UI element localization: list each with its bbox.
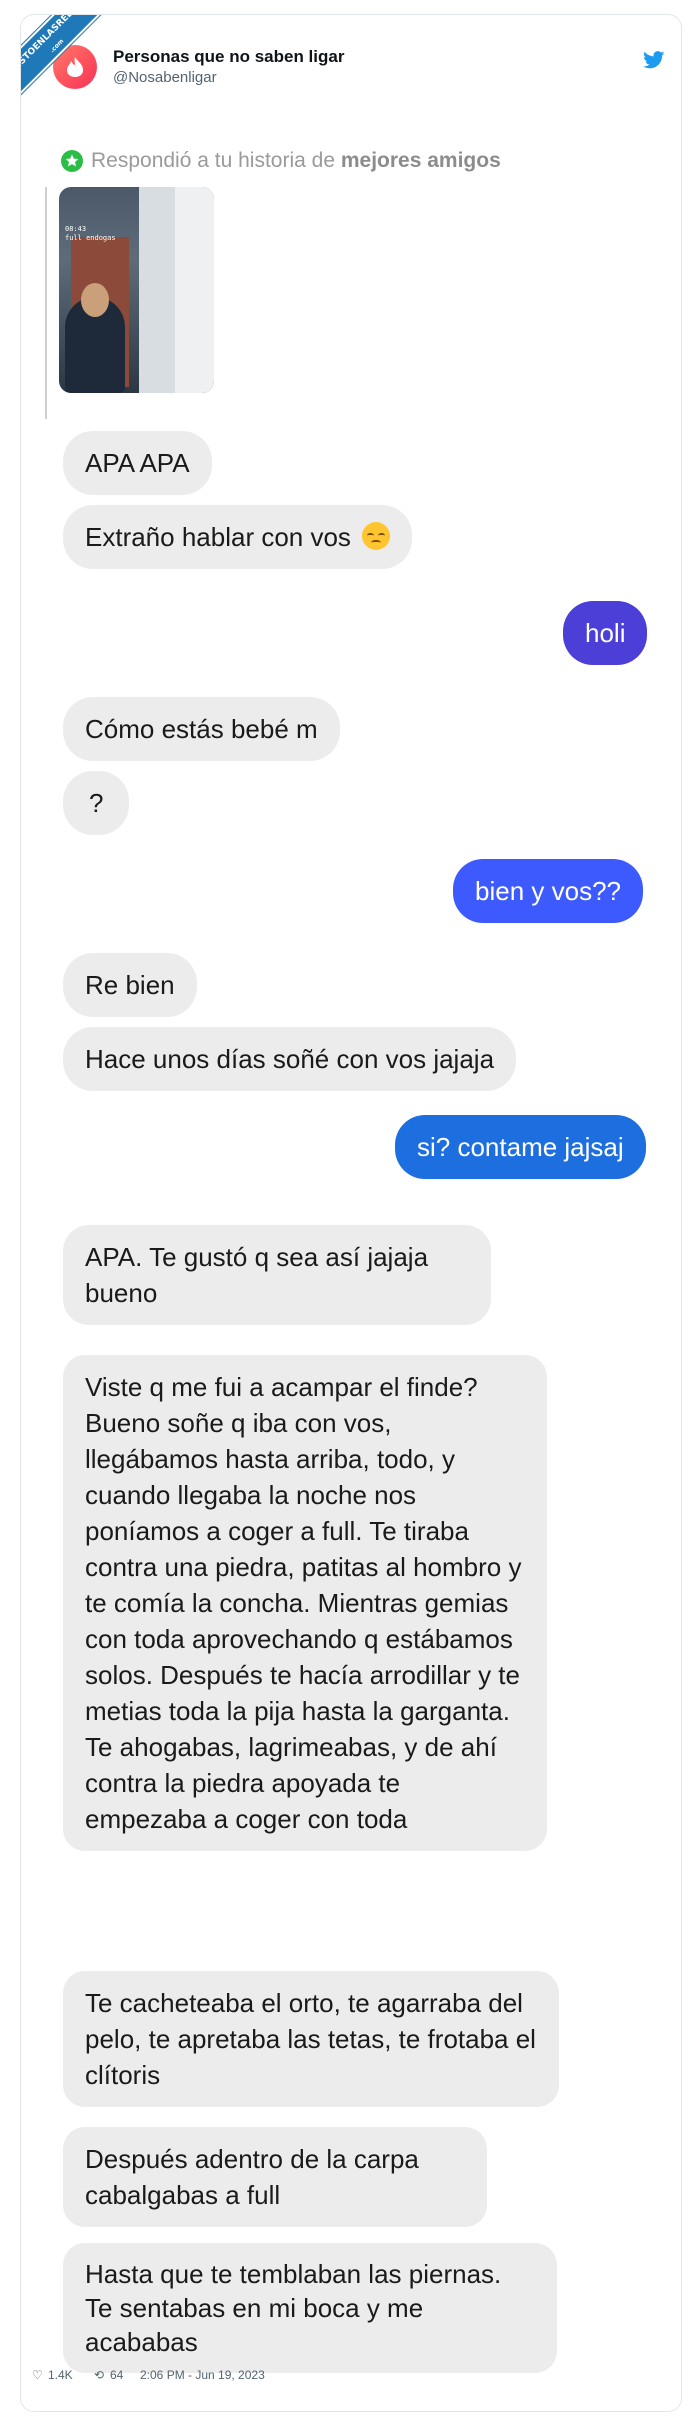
message-in[interactable]: APA APA bbox=[63, 431, 212, 495]
display-name[interactable]: Personas que no saben ligar bbox=[113, 47, 344, 67]
tweet-header: Personas que no saben ligar @Nosabenliga… bbox=[53, 43, 673, 93]
message-in[interactable]: ? bbox=[63, 771, 130, 835]
message-out[interactable]: si? contame jajsaj bbox=[395, 1115, 646, 1179]
reply-quote-line bbox=[45, 187, 47, 419]
message-in[interactable]: Hace unos días soñé con vos jajaja bbox=[63, 1027, 517, 1091]
retweet-icon[interactable]: ⟲ bbox=[94, 2368, 104, 2382]
flame-icon bbox=[67, 57, 83, 77]
retweet-count[interactable]: 64 bbox=[110, 2368, 123, 2382]
message-out[interactable]: holi bbox=[563, 601, 648, 665]
disappointed-face-icon bbox=[362, 522, 391, 550]
like-icon[interactable]: ♡ bbox=[32, 2368, 43, 2382]
message-out[interactable]: bien y vos?? bbox=[453, 859, 643, 923]
message-in[interactable]: Después adentro de la carpa cabalgabas a… bbox=[63, 2127, 487, 2227]
tweet-timestamp[interactable]: 2:06 PM - Jun 19, 2023 bbox=[140, 2368, 265, 2382]
close-friends-icon bbox=[61, 150, 83, 172]
like-count[interactable]: 1.4K bbox=[48, 2368, 73, 2382]
reply-bold: mejores amigos bbox=[340, 149, 501, 172]
message-in[interactable]: Viste q me fui a acampar el finde? Bueno… bbox=[63, 1355, 547, 1851]
reply-prefix: Respondió a tu historia de bbox=[91, 149, 335, 172]
message-in[interactable]: Cómo estás bebé m bbox=[63, 697, 340, 761]
message-in[interactable]: APA. Te gustó q sea así jajaja bueno bbox=[63, 1225, 491, 1325]
message-in[interactable]: Hasta que te temblaban las piernas. Te s… bbox=[63, 2243, 557, 2373]
chat-screenshot: Respondió a tu historia de mejores amigo… bbox=[45, 131, 653, 2373]
user-handle[interactable]: @Nosabenligar bbox=[113, 69, 217, 86]
message-in[interactable]: Extraño hablar con vos bbox=[63, 505, 413, 569]
message-in[interactable]: Re bien bbox=[63, 953, 197, 1017]
message-in[interactable]: Te cacheteaba el orto, te agarraba del p… bbox=[63, 1971, 559, 2107]
story-thumbnail[interactable]: 08:43 full endogas bbox=[59, 187, 214, 393]
story-caption: 08:43 full endogas bbox=[65, 225, 116, 242]
tweet-card: VISTOENLASREDES .com Personas que no sab… bbox=[20, 14, 682, 2412]
twitter-bird-icon[interactable] bbox=[643, 51, 665, 69]
